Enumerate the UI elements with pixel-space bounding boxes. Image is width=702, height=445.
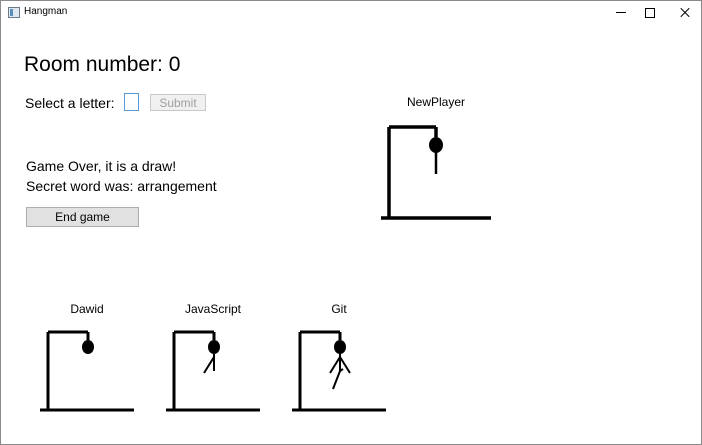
hangman-head	[82, 340, 94, 354]
hangman-left-arm	[329, 356, 341, 374]
end-game-button[interactable]: End game	[26, 207, 139, 227]
hangman-left-leg	[332, 370, 341, 390]
secret-word-message: Secret word was: arrangement	[26, 178, 217, 194]
game-over-message: Game Over, it is a draw!	[26, 158, 177, 174]
hangman-head	[208, 340, 220, 354]
hangman-drawing-newplayer	[381, 125, 491, 220]
app-window-icon	[8, 7, 20, 18]
player-name-dawid: Dawid	[70, 302, 104, 316]
hangman-head	[429, 137, 443, 153]
window-title: Hangman	[24, 6, 68, 17]
player-name-newplayer: NewPlayer	[406, 95, 466, 109]
room-number-heading: Room number: 0	[24, 53, 181, 76]
hangman-left-arm	[203, 356, 215, 374]
hangman-head	[334, 340, 346, 354]
letter-input[interactable]	[124, 93, 139, 111]
player-name-javascript: JavaScript	[184, 302, 242, 316]
hangman-drawing-dawid	[40, 330, 134, 412]
select-letter-label: Select a letter:	[25, 95, 115, 111]
title-bar[interactable]: Hangman	[1, 1, 701, 25]
submit-button[interactable]: Submit	[150, 94, 206, 111]
hangman-drawing-git	[292, 330, 386, 412]
close-icon[interactable]	[667, 1, 701, 25]
hangman-drawing-javascript	[166, 330, 260, 412]
maximize-icon[interactable]	[633, 1, 667, 25]
app-window: Hangman Room number: 0 Select a letter: …	[0, 0, 702, 445]
player-name-git: Git	[331, 302, 347, 316]
